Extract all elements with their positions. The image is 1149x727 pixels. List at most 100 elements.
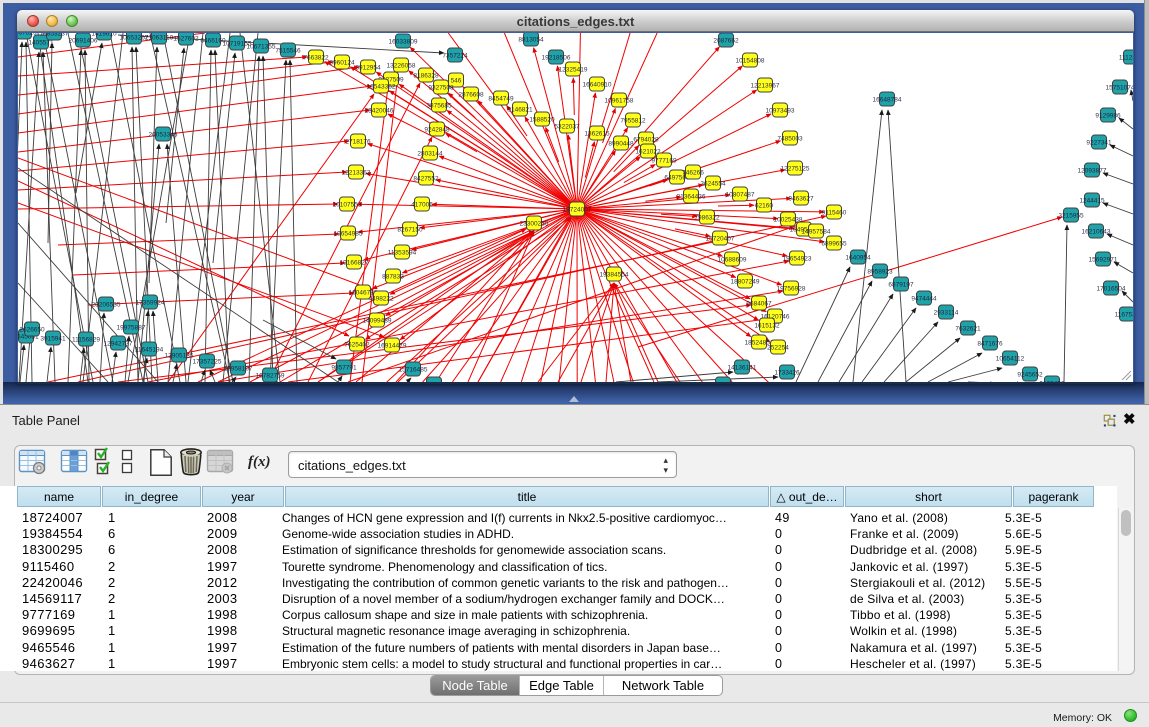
svg-text:7663822: 7663822 [303, 54, 329, 61]
svg-text:16648784: 16648784 [873, 96, 902, 103]
svg-text:19654923: 19654923 [783, 255, 812, 262]
svg-text:23300235: 23300235 [520, 220, 549, 227]
svg-text:18807249: 18807249 [731, 278, 760, 285]
svg-text:2087662: 2087662 [713, 37, 739, 44]
svg-text:7357224: 7357224 [442, 52, 468, 59]
svg-text:15751074: 15751074 [1106, 84, 1133, 91]
svg-text:546: 546 [451, 77, 462, 84]
svg-text:4498222: 4498222 [368, 295, 394, 302]
svg-text:9115460: 9115460 [822, 209, 847, 216]
svg-text:17359924: 17359924 [136, 299, 165, 306]
svg-text:14136141: 14136141 [728, 364, 757, 371]
svg-text:10688609: 10688609 [718, 256, 747, 263]
svg-text:1167533: 1167533 [1115, 311, 1133, 318]
svg-text:19384554: 19384554 [600, 271, 629, 278]
svg-text:7485003: 7485003 [777, 135, 803, 142]
svg-text:3215955: 3215955 [1058, 212, 1084, 219]
svg-text:16914479: 16914479 [378, 342, 407, 349]
svg-text:12213967: 12213967 [751, 82, 780, 89]
svg-text:12213363: 12213363 [342, 169, 371, 176]
svg-text:746266: 746266 [682, 169, 704, 176]
svg-text:1527602: 1527602 [173, 35, 199, 42]
svg-text:17016504: 17016504 [1097, 285, 1126, 292]
svg-text:11645194: 11645194 [135, 346, 164, 353]
svg-text:10807487: 10807487 [726, 191, 755, 198]
svg-text:9129986: 9129986 [1095, 112, 1121, 119]
svg-text:9463627: 9463627 [788, 195, 814, 202]
svg-text:20691406: 20691406 [69, 37, 98, 44]
svg-text:2876608: 2876608 [458, 91, 484, 98]
svg-text:7515546: 7515546 [275, 47, 301, 54]
svg-text:8958923: 8958923 [867, 268, 893, 275]
svg-text:12325419: 12325419 [559, 66, 588, 73]
svg-text:7625402: 7625402 [344, 341, 370, 348]
svg-text:20206535: 20206535 [92, 301, 121, 308]
svg-text:8990448: 8990448 [608, 140, 634, 147]
svg-text:15692971: 15692971 [1089, 256, 1118, 263]
svg-text:8267150: 8267150 [397, 226, 423, 233]
svg-text:7632621: 7632621 [955, 325, 981, 332]
svg-text:9245652: 9245652 [1017, 371, 1043, 378]
svg-text:16782759: 16782759 [256, 372, 285, 379]
svg-text:3915941: 3915941 [40, 335, 66, 342]
svg-text:10154808: 10154808 [736, 57, 765, 64]
svg-text:21063110: 21063110 [145, 34, 174, 41]
svg-text:16640910: 16640910 [583, 81, 612, 88]
svg-text:9327508: 9327508 [428, 84, 454, 91]
svg-text:9857791: 9857791 [331, 364, 357, 371]
svg-text:8427552: 8427552 [413, 175, 439, 182]
svg-text:7955812: 7955812 [620, 117, 646, 124]
svg-text:13226058: 13226058 [387, 62, 416, 69]
svg-text:6879197: 6879197 [888, 281, 914, 288]
svg-text:23420046: 23420046 [365, 107, 394, 114]
svg-text:3875685: 3875685 [426, 102, 452, 109]
svg-text:9474444: 9474444 [911, 295, 937, 302]
svg-text:2718176: 2718176 [345, 138, 371, 145]
svg-text:17357225: 17357225 [193, 358, 222, 365]
svg-text:2933114: 2933114 [934, 309, 959, 316]
svg-text:11156829: 11156829 [72, 336, 100, 343]
svg-text:8454749: 8454749 [488, 95, 514, 102]
svg-text:6794028: 6794028 [633, 136, 659, 143]
svg-text:2803144: 2803144 [417, 150, 443, 157]
svg-text:1588520: 1588520 [529, 116, 555, 123]
svg-text:19853237: 19853237 [40, 33, 69, 37]
svg-text:1419610: 1419610 [91, 33, 117, 37]
svg-text:2626650: 2626650 [19, 326, 45, 333]
svg-text:15716485: 15716485 [399, 366, 428, 373]
svg-text:1244415: 1244415 [1079, 197, 1105, 204]
svg-text:7986322: 7986322 [694, 214, 720, 221]
svg-text:1362615: 1362615 [584, 130, 610, 137]
svg-text:8186328: 8186328 [413, 72, 439, 79]
svg-text:8813054: 8813054 [518, 36, 544, 43]
svg-text:10654112: 10654112 [996, 355, 1025, 362]
svg-text:19654985: 19654985 [334, 230, 363, 237]
svg-text:9227341: 9227341 [1086, 139, 1112, 146]
svg-text:18724007: 18724007 [563, 206, 592, 213]
svg-text:3960124: 3960124 [329, 59, 355, 66]
svg-text:10671355: 10671355 [247, 43, 276, 50]
svg-text:6899655: 6899655 [821, 240, 847, 247]
svg-text:16210643: 16210643 [1082, 228, 1111, 235]
svg-text:15720407: 15720407 [706, 235, 735, 242]
svg-text:252254: 252254 [767, 344, 789, 351]
svg-text:5322037: 5322037 [554, 123, 580, 130]
svg-text:19756928: 19756928 [777, 285, 806, 292]
svg-text:11353594: 11353594 [388, 249, 417, 256]
svg-text:3912954: 3912954 [355, 64, 381, 71]
svg-text:1112883: 1112883 [1119, 54, 1133, 61]
svg-text:9146821: 9146821 [507, 106, 533, 113]
svg-text:10973493: 10973493 [766, 107, 795, 114]
svg-text:10961758: 10961758 [605, 97, 634, 104]
svg-text:1733426: 1733426 [774, 369, 800, 376]
svg-text:16033809: 16033809 [389, 38, 418, 45]
svg-text:9777169: 9777169 [651, 157, 677, 164]
svg-text:14099489: 14099489 [363, 317, 392, 324]
svg-text:1615132: 1615132 [754, 322, 780, 329]
svg-text:21364436: 21364436 [677, 193, 706, 200]
svg-text:1640954: 1640954 [845, 254, 871, 261]
svg-text:9684067: 9684067 [746, 300, 772, 307]
svg-text:19218506: 19218506 [542, 54, 571, 61]
svg-text:12905135: 12905135 [165, 352, 194, 359]
svg-text:10958107: 10958107 [224, 365, 253, 372]
